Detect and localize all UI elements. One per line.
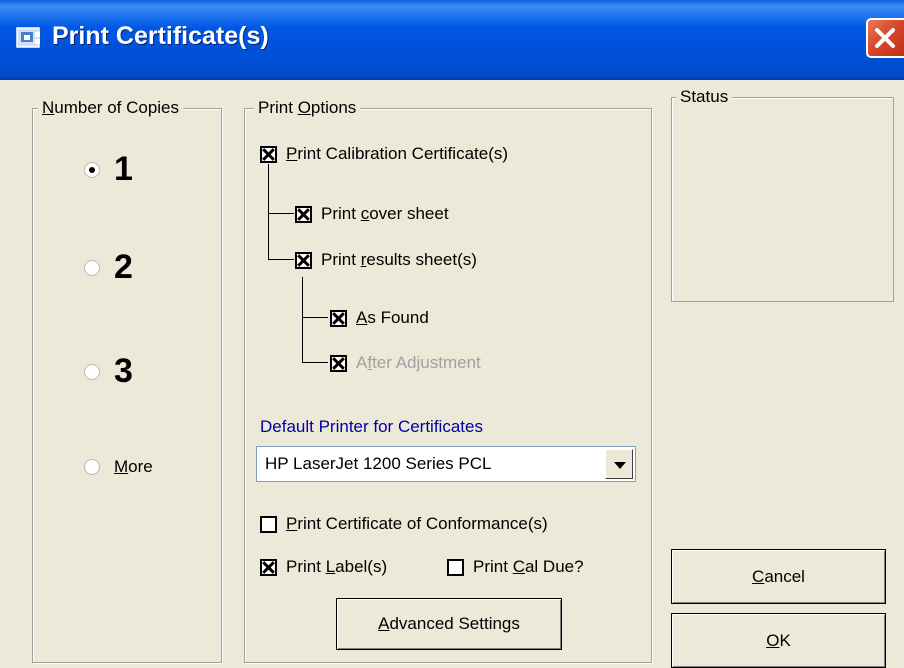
print-conformance-checkbox[interactable]: Print Certificate of Conformance(s) <box>260 514 548 534</box>
title-bar: Print Certificate(s) <box>0 0 904 80</box>
print-calibration-certificate-checkbox[interactable]: Print Calibration Certificate(s) <box>260 144 508 164</box>
checkbox-box <box>260 515 277 533</box>
default-printer-label: Default Printer for Certificates <box>260 417 483 436</box>
checkbox-label: Print Label(s) <box>286 557 388 576</box>
checkbox-label: As Found <box>356 308 429 327</box>
checkbox-label: Print Cal Due? <box>473 557 584 576</box>
print-cal-due-checkbox[interactable]: Print Cal Due? <box>447 557 584 577</box>
tree-connector <box>268 164 269 260</box>
checkbox-label: Print results sheet(s) <box>321 250 477 269</box>
as-found-checkbox[interactable]: As Found <box>330 308 429 328</box>
advanced-settings-button[interactable]: Advanced Settings <box>336 598 562 650</box>
chevron-down-icon[interactable] <box>605 449 633 479</box>
copies-radio-3[interactable]: 3 <box>84 352 133 391</box>
radio-label: 2 <box>114 248 133 286</box>
tree-connector <box>302 277 303 363</box>
copies-radio-more[interactable]: More <box>84 457 153 477</box>
tree-connector <box>268 213 294 214</box>
tree-connector <box>268 259 294 260</box>
radio-dot <box>84 161 100 178</box>
checkbox-box <box>295 251 312 269</box>
copies-legend: Number of Copies <box>38 98 184 118</box>
printer-app-icon <box>16 27 40 48</box>
print-results-sheet-checkbox[interactable]: Print results sheet(s) <box>295 250 477 270</box>
status-panel <box>671 97 894 302</box>
button-label: Cancel <box>752 566 805 586</box>
checkbox-label: Print cover sheet <box>321 204 449 223</box>
checkbox-box <box>260 558 277 576</box>
close-icon <box>875 28 895 48</box>
after-adjustment-checkbox: After Adjustment <box>330 353 481 373</box>
window-title: Print Certificate(s) <box>52 22 269 50</box>
checkbox-box <box>260 145 277 163</box>
copies-radio-1[interactable]: 1 <box>84 150 133 189</box>
radio-dot <box>84 363 100 380</box>
button-label: OK <box>766 630 791 650</box>
checkbox-label: Print Certificate of Conformance(s) <box>286 514 548 533</box>
default-printer-value: HP LaserJet 1200 Series PCL <box>265 454 492 473</box>
checkbox-box <box>330 309 347 327</box>
checkbox-box <box>447 558 464 576</box>
radio-label: 1 <box>114 150 133 188</box>
print-options-frame <box>244 108 652 663</box>
close-button[interactable] <box>866 18 904 58</box>
print-options-legend: Print Options <box>254 98 361 118</box>
print-labels-checkbox[interactable]: Print Label(s) <box>260 557 387 577</box>
status-legend: Status <box>676 87 733 107</box>
radio-label: More <box>114 457 153 476</box>
checkbox-box <box>330 354 347 372</box>
checkbox-label: Print Calibration Certificate(s) <box>286 144 509 163</box>
radio-dot <box>84 259 100 276</box>
cancel-button[interactable]: Cancel <box>671 549 886 604</box>
button-label: Advanced Settings <box>378 614 520 633</box>
radio-dot <box>84 459 100 475</box>
tree-connector <box>302 317 328 318</box>
checkbox-box <box>295 205 312 223</box>
checkbox-label: After Adjustment <box>356 353 481 372</box>
radio-label: 3 <box>114 352 133 390</box>
ok-button[interactable]: OK <box>671 613 886 668</box>
print-cover-sheet-checkbox[interactable]: Print cover sheet <box>295 204 449 224</box>
dialog-body: Number of Copies 1 2 3 More Print Option… <box>0 80 904 668</box>
default-printer-select[interactable]: HP LaserJet 1200 Series PCL <box>256 446 636 482</box>
copies-radio-2[interactable]: 2 <box>84 248 133 287</box>
tree-connector <box>302 362 328 363</box>
